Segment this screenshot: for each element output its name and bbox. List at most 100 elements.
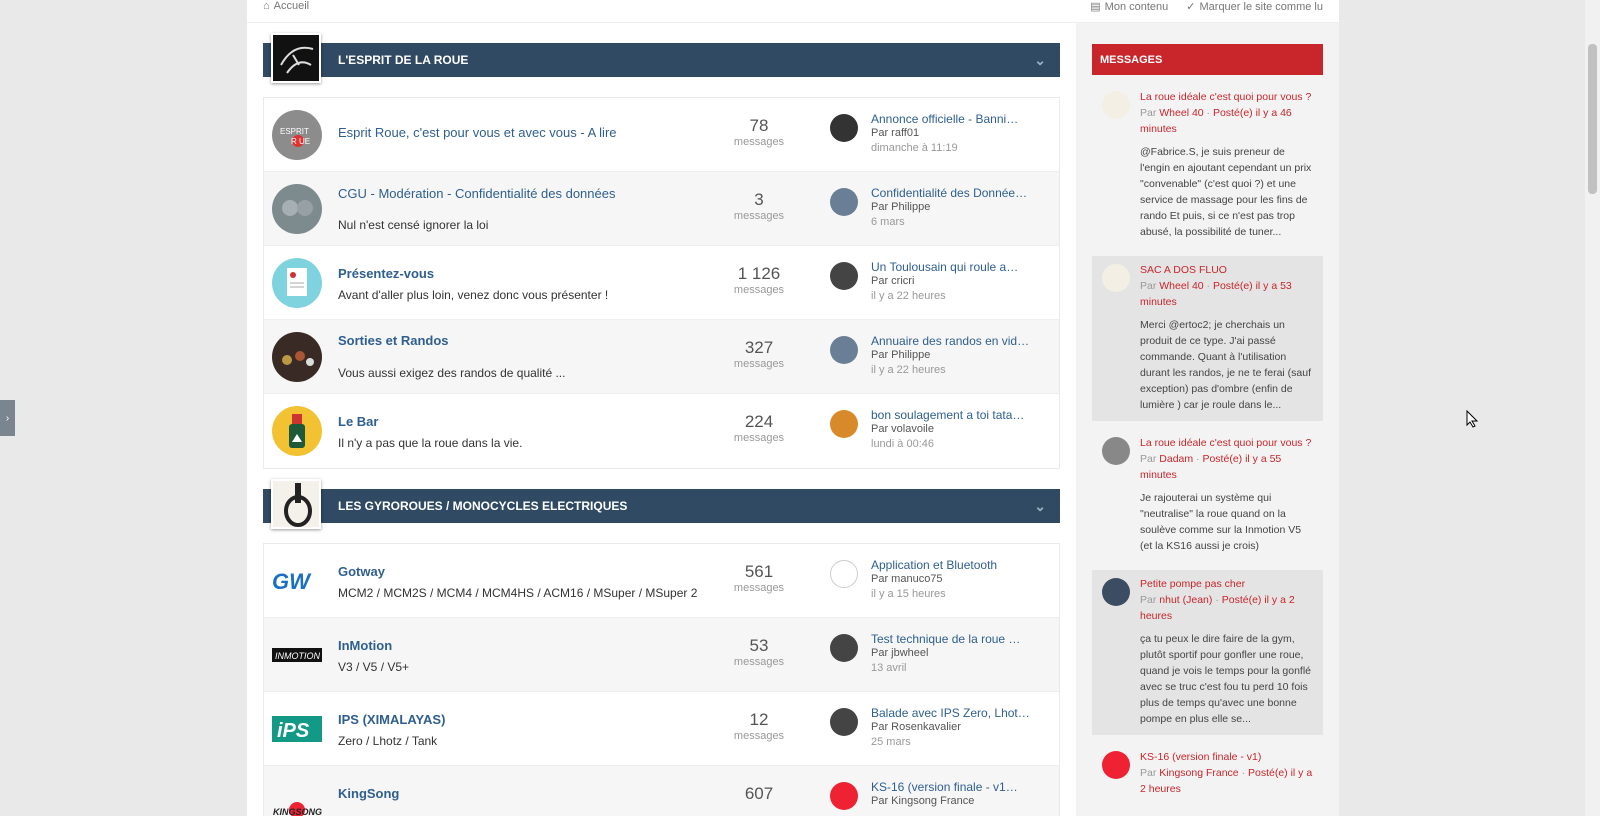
scrollbar[interactable] [1585, 0, 1600, 816]
last-post-date: 13 avril [871, 662, 907, 674]
message-author[interactable]: nhut (Jean) [1159, 594, 1212, 606]
breadcrumb[interactable]: ⌂ Accueil [263, 0, 309, 12]
last-post-author[interactable]: Par raff01 [871, 126, 1055, 141]
forum-title[interactable]: InMotion [338, 638, 392, 653]
forum-row: Le Bar Il n'y a pas que la roue dans la … [264, 394, 1059, 468]
category-header-esprit[interactable]: L'ESPRIT DE LA ROUE ⌄ [263, 33, 1060, 83]
last-post-title[interactable]: Un Toulousain qui roule a… [871, 260, 1055, 274]
avatar[interactable] [830, 782, 858, 810]
last-post-title[interactable]: KS-16 (version finale - v1… [871, 780, 1055, 794]
last-post-date: il y a 22 heures [871, 290, 946, 302]
count-label: messages [733, 284, 785, 296]
last-post-author[interactable]: Par cricri [871, 274, 1055, 289]
message-count: 327 messages [709, 338, 809, 370]
forum-list: L'ESPRIT DE LA ROUE ⌄ ESPRIT R UE Esprit … [263, 23, 1060, 816]
avatar[interactable] [830, 708, 858, 736]
count-value: 327 [744, 338, 774, 357]
count-label: messages [733, 432, 785, 444]
message-excerpt: Je rajouterai un système qui "neutralise… [1140, 492, 1302, 552]
top-bar: ⌂ Accueil ▤ Mon contenu ✓ Marquer le site … [247, 0, 1339, 23]
last-post-title[interactable]: Test technique de la roue … [871, 632, 1055, 646]
message-meta: Par Dadam · Posté(e) il y a 55 minutes [1140, 451, 1315, 483]
category-header-gyroroues[interactable]: LES GYROROUES / MONOCYCLES ELECTRIQUES ⌄ [263, 479, 1060, 529]
forum-row: Sorties et Randos Vous aussi exigez des … [264, 320, 1059, 394]
separator: · [1206, 107, 1211, 119]
last-post-title[interactable]: Balade avec IPS Zero, Lhot… [871, 706, 1055, 720]
avatar[interactable] [830, 114, 858, 142]
forum-row: KINGSONG KingSong 607 KS-16 (version fin… [264, 766, 1059, 816]
last-post-title[interactable]: Annuaire des randos en vid… [871, 334, 1055, 348]
chevron-down-icon[interactable]: ⌄ [1034, 52, 1046, 69]
recent-message: La roue idéale c'est quoi pour vous ? Pa… [1092, 429, 1323, 562]
avatar[interactable] [830, 410, 858, 438]
chevron-right-icon: › [5, 412, 10, 424]
last-post-author[interactable]: Par Philippe [871, 200, 1055, 215]
scrollbar-thumb[interactable] [1588, 44, 1597, 194]
category-title: L'ESPRIT DE LA ROUE [338, 53, 469, 67]
category-thumbnail [271, 33, 321, 83]
avatar[interactable] [830, 336, 858, 364]
separator: · [1241, 767, 1246, 779]
last-post: Confidentialité des Donnée… Par Philippe 6… [830, 186, 1055, 230]
last-post: Un Toulousain qui roule a… Par cricri il y… [830, 260, 1055, 304]
forum-title[interactable]: CGU - Modération - Confidentialité des d… [338, 186, 615, 201]
side-panel-toggle[interactable]: › [0, 400, 15, 436]
forum-row: CGU - Modération - Confidentialité des d… [264, 172, 1059, 246]
last-post-author[interactable]: Par Kingsong France [871, 794, 1055, 809]
count-value: 78 [749, 116, 769, 135]
last-post-title[interactable]: Confidentialité des Donnée… [871, 186, 1055, 200]
message-author[interactable]: Kingsong France [1159, 767, 1238, 779]
avatar[interactable] [830, 634, 858, 662]
mark-read-link[interactable]: ✓ Marquer le site comme lu [1186, 0, 1323, 14]
chevron-down-icon[interactable]: ⌄ [1034, 498, 1046, 515]
message-title[interactable]: KS-16 (version finale - v1) [1140, 749, 1315, 765]
count-label: messages [733, 358, 785, 370]
last-post-author[interactable]: Par manuco75 [871, 572, 1055, 587]
message-title[interactable]: La roue idéale c'est quoi pour vous ? [1140, 435, 1315, 451]
last-post-title[interactable]: bon soulagement a toi tata… [871, 408, 1055, 422]
avatar[interactable] [1102, 91, 1130, 119]
last-post-author[interactable]: Par jbwheel [871, 646, 1055, 661]
forum-title[interactable]: Sorties et Randos [338, 333, 449, 348]
last-post-author[interactable]: Par Philippe [871, 348, 1055, 363]
breadcrumb-home[interactable]: Accueil [274, 0, 309, 12]
forum-title[interactable]: Présentez-vous [338, 266, 434, 281]
forum-title[interactable]: Gotway [338, 564, 385, 579]
message-title[interactable]: La roue idéale c'est quoi pour vous ? [1140, 89, 1315, 105]
sidebar-messages: MESSAGES La roue idéale c'est quoi pour … [1076, 23, 1339, 816]
avatar[interactable] [830, 188, 858, 216]
kingsong-logo-icon: KINGSONG [272, 778, 322, 816]
last-post-date: 25 mars [871, 736, 911, 748]
my-content-link[interactable]: ▤ Mon contenu [1090, 0, 1168, 14]
message-author[interactable]: Dadam [1159, 453, 1193, 465]
count-value: 561 [744, 562, 774, 581]
message-title[interactable]: Petite pompe pas cher [1140, 576, 1315, 592]
message-author[interactable]: Wheel 40 [1159, 280, 1203, 292]
forum-row: Présentez-vous Avant d'aller plus loin, … [264, 246, 1059, 320]
separator: · [1196, 453, 1200, 465]
by-prefix: Par [1140, 767, 1157, 779]
message-count: 78 messages [709, 116, 809, 148]
last-post-title[interactable]: Application et Bluetooth [871, 558, 1055, 572]
forum-title[interactable]: KingSong [338, 786, 399, 801]
svg-text:ESPRIT: ESPRIT [280, 127, 309, 136]
avatar[interactable] [830, 560, 858, 588]
forum-title[interactable]: Le Bar [338, 414, 378, 429]
last-post-author[interactable]: Par volavoile [871, 422, 1055, 437]
message-author[interactable]: Wheel 40 [1159, 107, 1203, 119]
avatar[interactable] [830, 262, 858, 290]
message-title[interactable]: SAC A DOS FLUO [1140, 262, 1315, 278]
avatar[interactable] [1102, 437, 1130, 465]
count-label: messages [733, 656, 785, 668]
avatar[interactable] [1102, 264, 1130, 292]
forum-title[interactable]: Esprit Roue, c'est pour vous et avec vou… [338, 125, 617, 140]
last-post-author[interactable]: Par Rosenkavalier [871, 720, 1055, 735]
avatar[interactable] [1102, 578, 1130, 606]
forum-title[interactable]: IPS (XIMALAYAS) [338, 712, 445, 727]
forum-description: V3 / V5 / V5+ [338, 660, 410, 674]
count-label: messages [733, 730, 785, 742]
avatar[interactable] [1102, 751, 1130, 779]
recent-message: La roue idéale c'est quoi pour vous ? Pa… [1092, 83, 1323, 248]
last-post-title[interactable]: Annonce officielle - Banni… [871, 112, 1055, 126]
count-label: messages [733, 582, 785, 594]
